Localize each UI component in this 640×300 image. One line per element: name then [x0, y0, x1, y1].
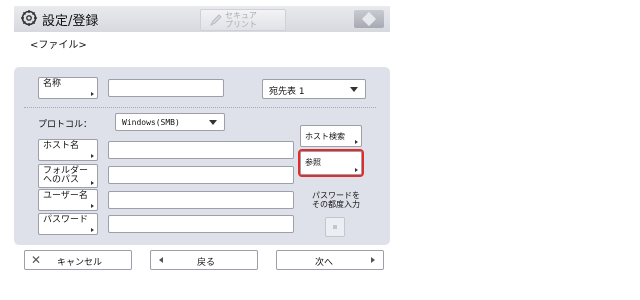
- user-name-input[interactable]: [108, 191, 294, 209]
- address-book-value: 宛先表 1: [269, 87, 305, 97]
- close-icon: ✕: [31, 253, 42, 267]
- folder-path-button[interactable]: フォルダー へのパス: [38, 164, 98, 188]
- secure-print-button[interactable]: セキュア プリント: [200, 9, 286, 31]
- name-button[interactable]: 名称: [38, 77, 98, 99]
- host-search-button[interactable]: ホスト検索: [300, 125, 362, 147]
- name-label: 名称: [43, 79, 62, 89]
- cancel-label: キャンセル: [57, 258, 103, 268]
- host-name-input[interactable]: [108, 141, 294, 159]
- arrow-icon: [91, 204, 94, 208]
- next-button[interactable]: 次へ: [276, 250, 384, 270]
- back-button[interactable]: 戻る: [150, 250, 258, 270]
- name-input[interactable]: [108, 79, 224, 97]
- folder-path-input[interactable]: [108, 166, 294, 184]
- arrow-icon: [91, 154, 94, 158]
- chevron-down-icon: [350, 87, 358, 92]
- secure-print-label: セキュア プリント: [225, 11, 257, 29]
- arrow-icon: [355, 140, 358, 144]
- password-prompt-checkbox[interactable]: [325, 217, 345, 237]
- folder-path-label: フォルダー へのパス: [43, 166, 89, 185]
- next-label: 次へ: [315, 258, 334, 268]
- host-name-label: ホスト名: [43, 141, 80, 151]
- address-book-select[interactable]: 宛先表 1: [262, 79, 366, 99]
- header-bar: 設定/登録 セキュア プリント: [14, 6, 390, 32]
- arrow-icon: [91, 181, 94, 185]
- password-note: パスワードを その都度入力: [312, 191, 360, 209]
- password-button[interactable]: パスワード: [38, 213, 98, 235]
- user-name-button[interactable]: ユーザー名: [38, 189, 98, 211]
- cancel-button[interactable]: ✕ キャンセル: [24, 250, 132, 270]
- browse-label: 参照: [305, 158, 321, 167]
- host-search-label: ホスト検索: [305, 132, 345, 141]
- user-name-label: ユーザー名: [43, 191, 88, 201]
- arrow-right-icon: [371, 257, 375, 263]
- password-label: パスワード: [43, 215, 89, 225]
- gear-icon[interactable]: [20, 9, 38, 27]
- back-label: 戻る: [197, 258, 216, 268]
- pen-icon: [209, 14, 222, 27]
- arrow-left-icon: [159, 257, 163, 263]
- cube-icon: [361, 11, 377, 27]
- protocol-select[interactable]: Windows(SMB): [115, 113, 225, 131]
- host-name-button[interactable]: ホスト名: [38, 139, 98, 161]
- settings-panel: 名称 宛先表 1 プロトコル： Windows(SMB) ホスト検索 ホスト名 …: [14, 67, 390, 245]
- page-title: 設定/登録: [42, 14, 99, 29]
- arrow-icon: [355, 168, 358, 172]
- chevron-down-icon: [209, 120, 217, 125]
- protocol-value: Windows(SMB): [122, 118, 180, 127]
- status-monitor-button[interactable]: [354, 10, 384, 28]
- breadcrumb: <ファイル>: [30, 40, 87, 51]
- protocol-label: プロトコル：: [38, 120, 93, 130]
- password-input[interactable]: [108, 215, 294, 233]
- browse-button[interactable]: 参照: [298, 149, 364, 177]
- arrow-icon: [91, 228, 94, 232]
- divider: [24, 107, 376, 108]
- arrow-icon: [91, 92, 94, 96]
